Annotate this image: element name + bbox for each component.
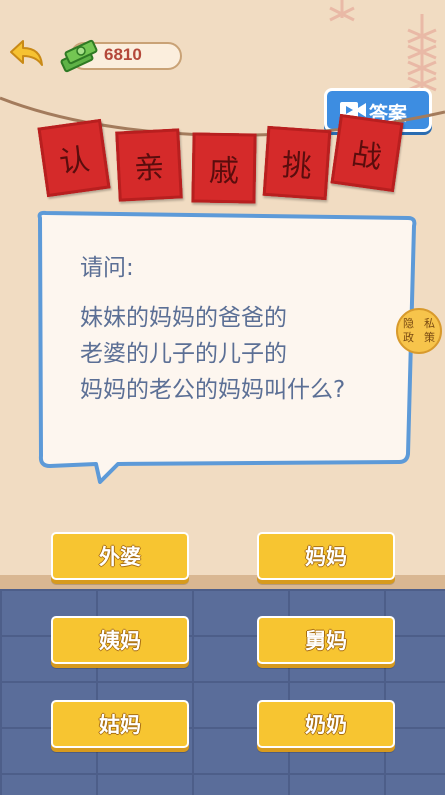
question-intro: 请问:	[80, 255, 134, 281]
privacy-char: 政	[403, 331, 414, 344]
banner-flag: 挑	[262, 125, 332, 201]
coin-value: 6810	[104, 45, 142, 64]
answer-option[interactable]: 姨妈	[51, 616, 189, 664]
banner-flag: 战	[330, 113, 404, 193]
answer-option[interactable]: 奶奶	[257, 700, 395, 748]
back-arrow-icon[interactable]	[8, 38, 46, 68]
privacy-char: 私	[424, 317, 435, 330]
answer-option[interactable]: 姑妈	[51, 700, 189, 748]
banner-flag: 戚	[191, 132, 257, 204]
banner-flag: 认	[37, 118, 111, 198]
privacy-char: 隐	[403, 317, 414, 330]
cash-stack-icon	[60, 39, 98, 73]
question-line: 老婆的儿子的儿子的	[80, 341, 287, 367]
firecracker-decoration-icon	[329, 0, 437, 96]
privacy-char: 策	[424, 331, 435, 344]
question-line: 妹妹的妈妈的爸爸的	[80, 305, 287, 331]
privacy-policy-button[interactable]: 隐 私 政 策	[396, 308, 442, 354]
answer-option[interactable]: 舅妈	[257, 616, 395, 664]
banner-flag: 亲	[115, 128, 183, 202]
answer-option[interactable]: 外婆	[51, 532, 189, 580]
answer-option[interactable]: 妈妈	[257, 532, 395, 580]
question-line: 妈妈的老公的妈妈叫什么?	[80, 377, 346, 403]
